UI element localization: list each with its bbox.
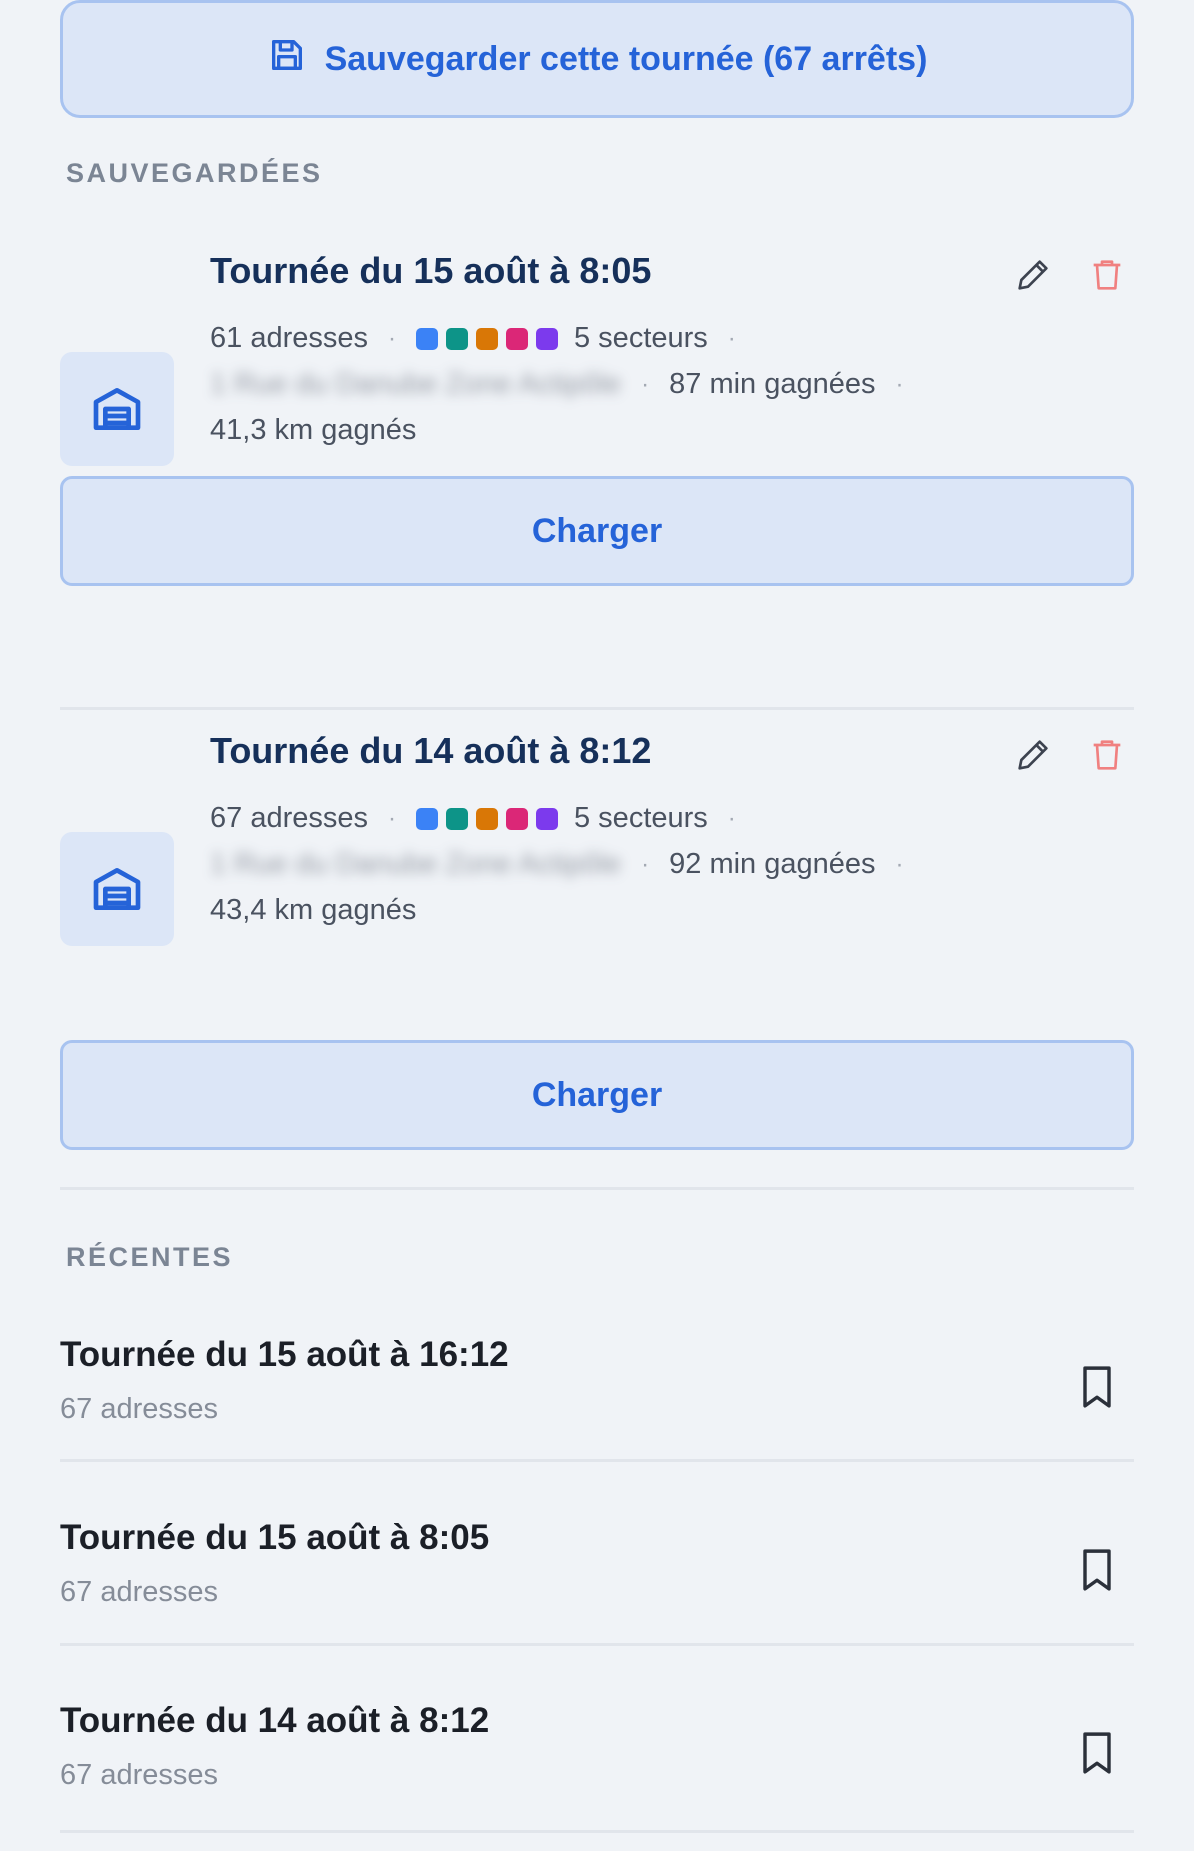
saved-route-title: Tournée du 14 août à 8:12 [210, 730, 652, 771]
sector-swatch [536, 807, 558, 830]
sector-swatch [506, 327, 528, 350]
saved-route-card: Tournée du 14 août à 8:12 67 adresses · [60, 730, 1134, 1150]
section-title-recent: RÉCENTES [66, 1242, 234, 1272]
saved-route-meta-3: 41,3 km gagnés [210, 414, 416, 447]
sector-count: 5 secteurs [574, 802, 708, 834]
sector-swatch [416, 807, 438, 830]
divider [60, 707, 1134, 710]
distance-saved: 43,4 km gagnés [210, 894, 417, 926]
bookmark-icon[interactable] [1076, 1363, 1118, 1411]
time-saved: 87 min gagnées [669, 368, 876, 400]
recent-route-addresses: 67 adresses [60, 1759, 218, 1791]
recent-route-title: Tournée du 14 août à 8:12 [60, 1701, 490, 1740]
recent-route-addresses: 67 adresses [60, 1393, 218, 1425]
save-route-label: Sauvegarder cette tournée (67 arrêts) [324, 39, 928, 78]
distance-saved: 41,3 km gagnés [210, 414, 417, 446]
address-count: 61 adresses [210, 322, 368, 354]
section-title-saved: SAUVEGARDÉES [66, 158, 323, 188]
time-saved: 92 min gagnées [669, 848, 876, 880]
recent-route-item[interactable]: Tournée du 15 août à 8:05 67 adresses [60, 1518, 1134, 1698]
saved-route-meta: 61 adresses · 5 secteurs · [210, 322, 736, 354]
divider [60, 1187, 1134, 1190]
bookmark-icon[interactable] [1076, 1729, 1118, 1777]
sector-count: 5 secteurs [574, 322, 708, 354]
bookmark-icon[interactable] [1076, 1546, 1118, 1594]
sector-swatch [536, 327, 558, 350]
saved-route-title: Tournée du 15 août à 8:05 [210, 250, 652, 291]
recent-route-addresses: 67 adresses [60, 1576, 218, 1608]
load-route-button[interactable]: Charger [60, 476, 1134, 586]
sector-swatch [416, 327, 438, 350]
load-route-button[interactable]: Charger [60, 1040, 1134, 1150]
sector-swatch [506, 807, 528, 830]
warehouse-icon [60, 352, 174, 466]
sector-swatch [476, 807, 498, 830]
save-route-button[interactable]: Sauvegarder cette tournée (67 arrêts) [60, 0, 1134, 118]
divider [60, 1830, 1134, 1833]
saved-route-meta-3: 43,4 km gagnés [210, 894, 416, 927]
pencil-icon[interactable] [1012, 254, 1054, 296]
pencil-icon[interactable] [1012, 734, 1054, 776]
address-count: 67 adresses [210, 802, 368, 834]
recent-route-title: Tournée du 15 août à 8:05 [60, 1518, 490, 1557]
sector-swatches [416, 327, 558, 350]
saved-route-card: Tournée du 15 août à 8:05 61 adresses · [60, 250, 1134, 586]
recent-route-item[interactable]: Tournée du 15 août à 16:12 67 adresses [60, 1335, 1134, 1515]
recent-route-item[interactable]: Tournée du 14 août à 8:12 67 adresses [60, 1701, 1134, 1851]
trash-icon[interactable] [1086, 254, 1128, 296]
trash-icon[interactable] [1086, 734, 1128, 776]
saved-route-meta: 67 adresses · 5 secteurs · [210, 802, 736, 834]
divider [60, 1643, 1134, 1646]
sector-swatch [476, 327, 498, 350]
recent-route-title: Tournée du 15 août à 16:12 [60, 1335, 509, 1374]
start-address-blurred: 1 Rue du Danube Zone Actipôle [210, 848, 622, 880]
saved-route-meta-2: 1 Rue du Danube Zone Actipôle · 87 min g… [210, 368, 904, 400]
saved-routes-page: Sauvegarder cette tournée (67 arrêts) SA… [0, 0, 1194, 1851]
sector-swatches [416, 807, 558, 830]
start-address-blurred: 1 Rue du Danube Zone Actipôle [210, 368, 622, 400]
warehouse-icon [60, 832, 174, 946]
saved-route-meta-2: 1 Rue du Danube Zone Actipôle · 92 min g… [210, 848, 904, 880]
divider [60, 1459, 1134, 1462]
sector-swatch [446, 807, 468, 830]
sector-swatch [446, 327, 468, 350]
floppy-disk-icon [267, 35, 307, 84]
